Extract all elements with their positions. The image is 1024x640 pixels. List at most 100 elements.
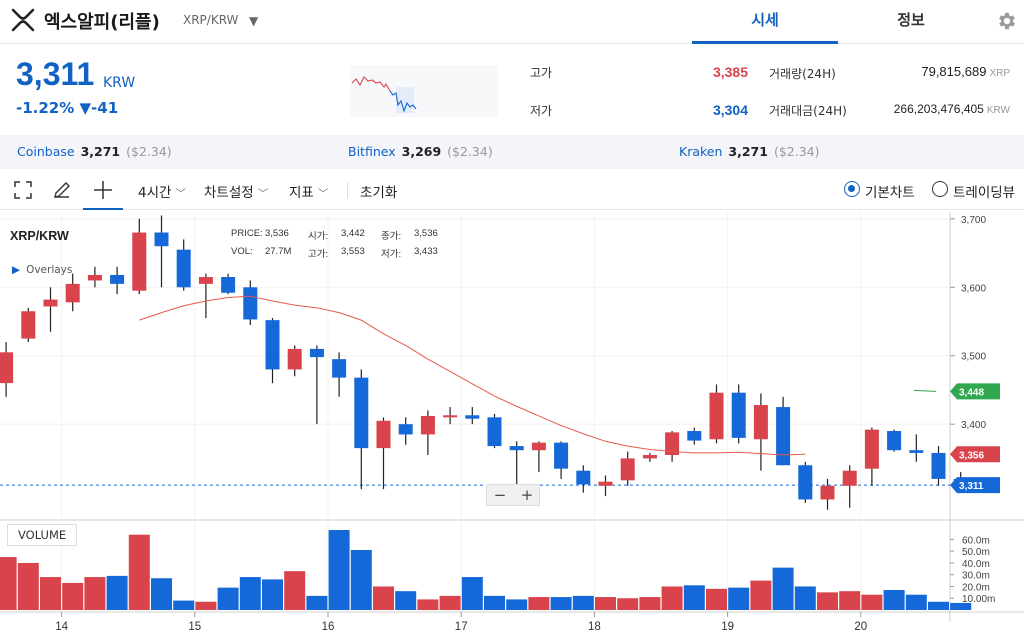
candle-body xyxy=(398,424,413,435)
volume-bar xyxy=(217,587,239,610)
volume-bar xyxy=(306,595,328,610)
chart-settings-dropdown[interactable]: 차트설정 ﹀ xyxy=(204,181,268,201)
candle-body xyxy=(221,277,236,293)
volume-bar xyxy=(439,595,461,610)
ohlc-low: 3,433 xyxy=(414,246,438,257)
exchange-usd: ($2.34) xyxy=(773,144,820,159)
volume-bar xyxy=(262,579,283,610)
volume-bar xyxy=(572,595,594,610)
volume-bar xyxy=(772,567,794,610)
candle-body xyxy=(864,429,879,469)
exchange-price: 3,269 xyxy=(401,144,442,159)
indicators-dropdown[interactable]: 지표 ﹀ xyxy=(289,181,328,201)
volume-panel-label: VOLUME xyxy=(7,524,78,546)
overlays-toggle[interactable]: ▶ Overlays xyxy=(12,264,72,276)
candle-body xyxy=(531,442,546,451)
chart-toolbar: 4시간 ﹀ 차트설정 ﹀ 지표 ﹀ 초기화 기본차트 트레이딩뷰 xyxy=(0,170,1024,210)
top-header: 엑스알피(리플) XRP/KRW ▼ 시세 정보 xyxy=(0,0,1024,44)
trading-view-label[interactable]: 트레이딩뷰 xyxy=(953,181,1015,201)
volume-bar xyxy=(661,586,683,610)
x-tick-label: 16 xyxy=(322,621,335,633)
amount-24h-label: 거래대금(24H) xyxy=(769,104,847,118)
xrp-logo-icon xyxy=(11,8,35,32)
basic-chart-radio[interactable] xyxy=(844,181,860,197)
volume-bar xyxy=(284,571,306,610)
volume-bar xyxy=(350,550,372,610)
basic-chart-label[interactable]: 기본차트 xyxy=(865,181,915,201)
volume-bar xyxy=(106,575,128,610)
ohlc-high-label: 고가: xyxy=(308,249,329,260)
fullscreen-icon[interactable] xyxy=(13,180,33,200)
ohlc-price: 3,536 xyxy=(265,228,289,239)
candle-body xyxy=(820,485,835,500)
candle-body xyxy=(21,311,36,339)
volume-bar xyxy=(617,598,639,610)
ohlc-vol: 27.7M xyxy=(265,246,292,257)
ohlc-low-label: 저가: xyxy=(381,249,402,260)
interval-dropdown[interactable]: 4시간 ﹀ xyxy=(138,181,186,201)
overlays-label: Overlays xyxy=(26,264,73,276)
candle-body xyxy=(376,420,391,449)
candle-body xyxy=(43,299,58,307)
zoom-in-button[interactable]: + xyxy=(514,486,540,504)
candle-body xyxy=(687,431,702,441)
tab-price[interactable]: 시세 xyxy=(692,0,838,44)
pencil-icon[interactable] xyxy=(52,180,72,200)
candlestick-chart[interactable]: 3,700 3,600 3,500 3,400 14 15 16 17 18 19 20 3,448 3… xyxy=(0,212,1024,640)
volume-bar xyxy=(528,597,550,610)
ohlc-open-label: 시가: xyxy=(308,231,329,242)
change-amount: -41 xyxy=(91,99,119,117)
x-tick-label: 15 xyxy=(188,621,201,633)
candle-body xyxy=(753,405,768,440)
vol-tick-label: 60.0m xyxy=(962,535,990,546)
zoom-out-button[interactable]: − xyxy=(487,486,513,504)
coin-pair: XRP/KRW xyxy=(183,13,239,27)
volume-bar xyxy=(817,592,838,610)
candle-body xyxy=(420,415,435,435)
price-unit: KRW xyxy=(103,75,136,91)
change-percent: -1.22% xyxy=(16,99,75,117)
volume-24h-number: 79,815,689 xyxy=(921,64,987,79)
candle-body xyxy=(198,277,213,284)
volume-bar xyxy=(728,587,750,610)
volume-bar xyxy=(861,594,883,610)
y-tick-label: 3,700 xyxy=(961,215,986,226)
gear-icon[interactable] xyxy=(996,10,1018,32)
vol-tick-label: 50.0m xyxy=(962,547,990,558)
candle-body xyxy=(243,287,258,320)
tab-info[interactable]: 정보 xyxy=(838,0,984,44)
volume-bar xyxy=(928,601,949,610)
exchange-bitfinex[interactable]: Bitfinex 3,269 ($2.34) xyxy=(348,144,493,159)
exchange-kraken[interactable]: Kraken 3,271 ($2.34) xyxy=(679,144,820,159)
ohlc-vol-label: VOL: xyxy=(231,246,253,257)
amount-24h-number: 266,203,476,405 xyxy=(893,102,984,116)
vol-tick-label: 40.0m xyxy=(962,559,990,570)
candle-body xyxy=(620,458,635,481)
candle-body xyxy=(354,377,369,449)
volume-bar xyxy=(839,591,861,610)
coin-select-dropdown-icon[interactable]: ▼ xyxy=(249,14,258,28)
candle-body xyxy=(576,470,591,485)
volume-bar xyxy=(750,580,772,610)
price-change: -1.22% ▼-41 xyxy=(16,99,118,117)
volume-bar xyxy=(706,588,727,610)
candle-body xyxy=(265,320,280,370)
exchange-coinbase[interactable]: Coinbase 3,271 ($2.34) xyxy=(17,144,172,159)
volume-bar xyxy=(639,597,661,610)
volume-bar xyxy=(84,577,106,610)
volume-bar xyxy=(683,585,705,610)
candle-body xyxy=(931,452,946,479)
price-chart[interactable]: 3,700 3,600 3,500 3,400 14 15 16 17 18 19 20 3,448 3… xyxy=(0,212,1024,640)
trading-view-radio[interactable] xyxy=(932,181,948,197)
candle-body xyxy=(443,415,458,418)
price-marker-label: 3,356 xyxy=(959,450,984,461)
candle-body xyxy=(776,407,791,466)
exchange-price: 3,271 xyxy=(728,144,768,159)
candle-body xyxy=(309,348,324,358)
volume-bar xyxy=(395,591,417,610)
crosshair-icon[interactable] xyxy=(93,180,113,200)
reset-button[interactable]: 초기화 xyxy=(360,181,397,201)
exchange-name: Kraken xyxy=(679,144,723,159)
volume-24h-value: 79,815,689 XRP xyxy=(860,64,1010,79)
candle-body xyxy=(598,481,613,486)
